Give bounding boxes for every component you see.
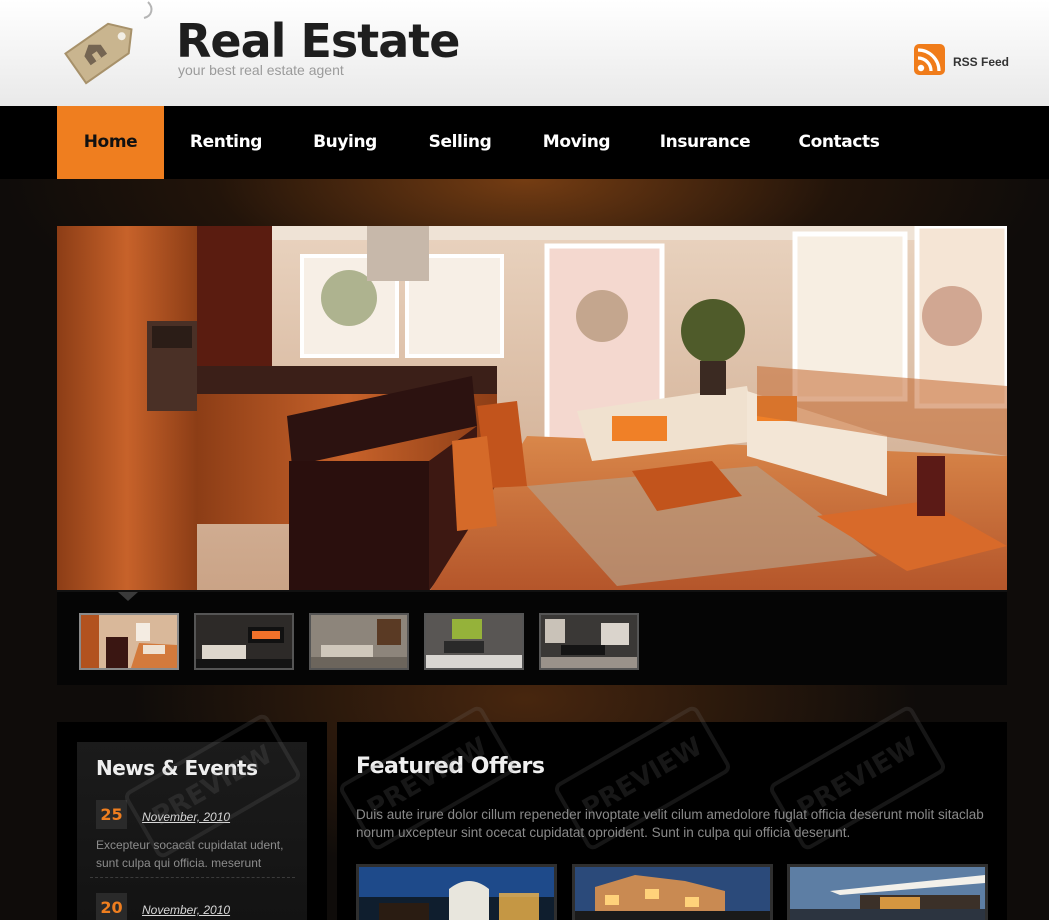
thumbnail-green-wall-image <box>426 615 522 668</box>
nav-item-insurance[interactable]: Insurance <box>658 106 752 179</box>
rss-icon <box>914 44 945 75</box>
news-title: News & Events <box>96 756 258 780</box>
offer-house-2-image <box>575 867 770 920</box>
offer-card-3[interactable] <box>787 864 988 920</box>
thumbnail-kitchen-image <box>81 615 177 668</box>
nav-item-moving[interactable]: Moving <box>539 106 614 179</box>
featured-title: Featured Offers <box>356 754 545 779</box>
nav-item-contacts[interactable]: Contacts <box>796 106 882 179</box>
featured-text: Duis aute irure dolor cillum repeneder i… <box>356 807 984 840</box>
thumbnail-1[interactable] <box>79 613 179 670</box>
rss-feed-link[interactable]: RSS Feed <box>914 44 1009 75</box>
offer-card-1[interactable] <box>356 864 557 920</box>
rss-feed-label: RSS Feed <box>953 54 1010 69</box>
nav-item-home[interactable]: Home <box>57 106 164 179</box>
nav-item-selling[interactable]: Selling <box>425 106 495 179</box>
main-nav: Home Renting Buying Selling Moving Insur… <box>0 106 1049 179</box>
news-day-badge: 20 <box>96 893 127 920</box>
news-item: 25 November, 2010 Excepteur socacat cupi… <box>96 800 296 870</box>
thumbnail-lounge-image <box>311 615 407 668</box>
offer-card-2[interactable] <box>572 864 773 920</box>
thumbnail-5[interactable] <box>539 613 639 670</box>
main-slide-image[interactable] <box>57 226 1007 592</box>
nav-item-buying[interactable]: Buying <box>308 106 382 179</box>
thumbnail-4[interactable] <box>424 613 524 670</box>
house-tag-logo-icon[interactable] <box>52 0 164 92</box>
thumbnail-pointer-icon <box>118 592 138 601</box>
news-text: Excepteur socacat cupidatat udent, sunt … <box>96 838 284 870</box>
news-day-badge: 25 <box>96 800 127 829</box>
interior-scene-image <box>57 226 1007 590</box>
news-date-link[interactable]: November, 2010 <box>142 810 230 824</box>
site-tagline: your best real estate agent <box>178 62 344 78</box>
thumbnail-fireplace-image <box>196 615 292 668</box>
thumbnail-dining-image <box>541 615 637 668</box>
thumbnail-2[interactable] <box>194 613 294 670</box>
thumbnail-3[interactable] <box>309 613 409 670</box>
news-date-link[interactable]: November, 2010 <box>142 903 230 917</box>
offer-house-3-image <box>790 867 985 920</box>
site-title[interactable]: Real Estate <box>176 14 460 68</box>
nav-item-renting[interactable]: Renting <box>186 106 266 179</box>
news-item: 20 November, 2010 <box>96 893 296 920</box>
site-header: Real Estate your best real estate agent … <box>0 0 1049 106</box>
offer-house-1-image <box>359 867 554 920</box>
news-divider <box>90 877 295 878</box>
